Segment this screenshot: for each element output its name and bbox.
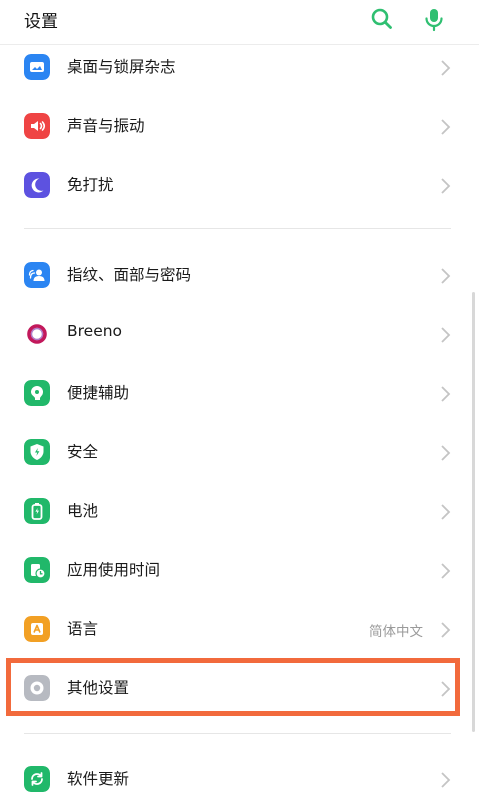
item-label: 指纹、面部与密码 [67,266,192,284]
chevron-right-icon [437,444,453,462]
settings-item-sound[interactable]: 声音与振动 [0,96,479,154]
chevron-right-icon [437,59,453,77]
chevron-right-icon [437,326,453,344]
item-label: 声音与振动 [67,117,145,135]
item-label: 电池 [67,502,99,520]
wallpaper-icon [24,54,50,80]
other-settings-icon [24,675,50,701]
item-label: 其他设置 [67,679,130,697]
settings-item-language[interactable]: 语言 简体中文 [0,599,479,657]
moon-icon [24,172,50,198]
settings-item-fingerprint-face-password[interactable]: 指纹、面部与密码 [0,245,479,303]
section-divider [24,228,451,229]
item-label: 安全 [67,443,99,461]
scrollbar[interactable] [472,292,475,732]
chevron-right-icon [437,385,453,403]
software-update-icon [24,766,50,792]
shield-icon [24,439,50,465]
item-label: Breeno [67,322,123,340]
breeno-icon [24,321,50,347]
chevron-right-icon [437,621,453,639]
chevron-right-icon [437,771,453,789]
settings-item-other-settings[interactable]: 其他设置 [0,658,479,716]
item-label: 便捷辅助 [67,384,130,402]
item-label: 软件更新 [67,770,130,788]
settings-item-security[interactable]: 安全 [0,422,479,480]
app-time-icon [24,557,50,583]
item-label: 免打扰 [67,176,114,194]
settings-item-software-update[interactable]: 软件更新 [0,749,479,807]
language-icon [24,616,50,642]
chevron-right-icon [437,177,453,195]
settings-item-app-usage-time[interactable]: 应用使用时间 [0,540,479,598]
microphone-icon[interactable] [421,6,447,32]
chevron-right-icon [437,503,453,521]
settings-item-wallpaper[interactable]: 桌面与锁屏杂志 [0,37,479,95]
language-value: 简体中文 [369,624,423,640]
page-title: 设置 [24,12,58,32]
item-label: 语言 [67,620,99,638]
battery-icon [24,498,50,524]
assist-icon [24,380,50,406]
chevron-right-icon [437,118,453,136]
sound-icon [24,113,50,139]
item-label: 应用使用时间 [67,561,161,579]
section-divider [24,733,451,734]
item-label: 桌面与锁屏杂志 [67,58,176,76]
chevron-right-icon [437,562,453,580]
search-icon[interactable] [369,6,395,32]
chevron-right-icon [437,680,453,698]
settings-item-do-not-disturb[interactable]: 免打扰 [0,155,479,213]
fingerprint-face-icon [24,262,50,288]
settings-item-breeno[interactable]: Breeno [0,304,479,362]
settings-item-battery[interactable]: 电池 [0,481,479,539]
settings-item-convenience-assist[interactable]: 便捷辅助 [0,363,479,421]
chevron-right-icon [437,267,453,285]
